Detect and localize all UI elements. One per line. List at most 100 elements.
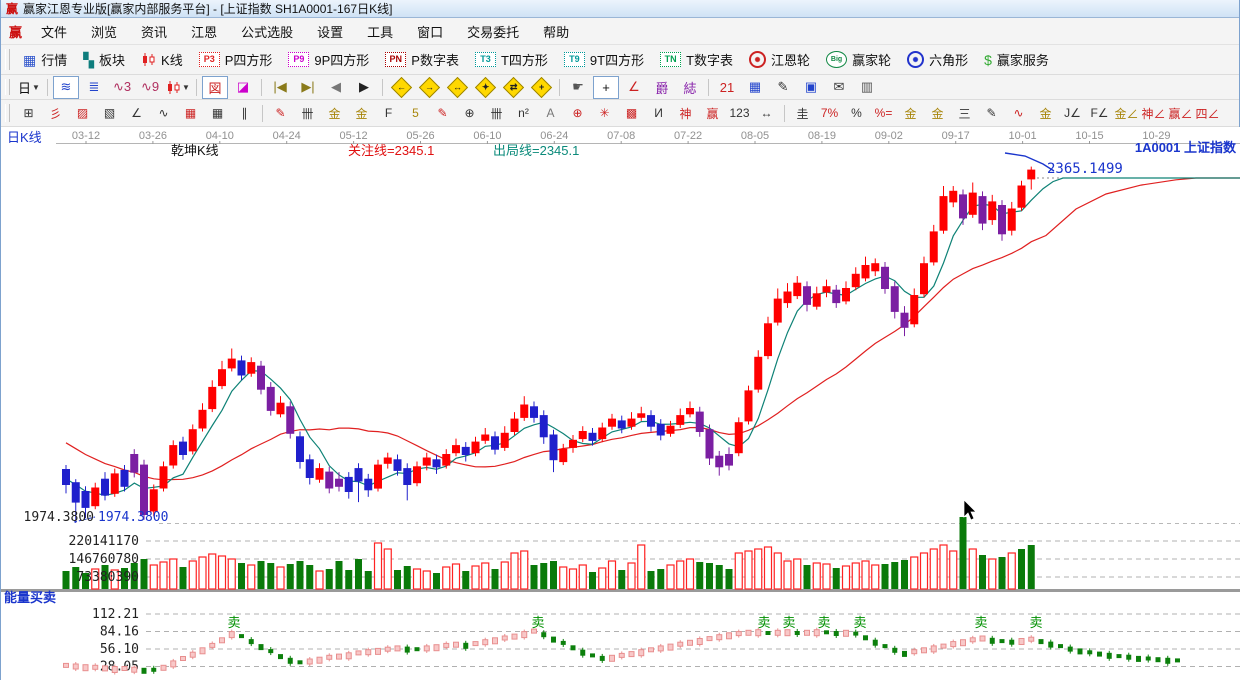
gold-circle2-tool-button[interactable]: 金: [924, 101, 951, 125]
width-measure-tool-icon: ↔: [760, 106, 773, 120]
p9-square-button[interactable]: P9 9P四方形: [280, 48, 377, 71]
scale-steps-tool-button[interactable]: 圭: [789, 101, 816, 125]
star-rays-tool-button[interactable]: ✳: [591, 101, 618, 125]
n2-ruler-tool-button[interactable]: n²: [510, 101, 537, 125]
wave-view-button[interactable]: ≋: [53, 75, 79, 99]
winner-wheel-button[interactable]: Big 赢家轮: [818, 48, 899, 71]
nav-next-button[interactable]: ▶: [351, 76, 377, 99]
gann-knot-tool-button[interactable]: 綕: [677, 76, 703, 99]
angle-f-tool-button[interactable]: F∠: [1086, 101, 1113, 125]
menu-file[interactable]: 文件: [30, 18, 78, 45]
menu-help[interactable]: 帮助: [532, 18, 580, 45]
sectors-button[interactable]: ▚ 板块: [75, 48, 133, 71]
p-square-button[interactable]: P3 P四方形: [191, 48, 281, 71]
detail-panel-button[interactable]: ≣: [81, 76, 107, 99]
diamond-nav-expand-button[interactable]: ⇄: [500, 76, 526, 99]
t-number-table-button[interactable]: TN T数字表: [652, 48, 741, 71]
three-lines-tool-button[interactable]: 三: [951, 101, 978, 125]
nav-first-button[interactable]: |◀: [267, 76, 293, 99]
width-measure-tool-button[interactable]: ↔: [753, 101, 780, 125]
angle-ying-tool-button[interactable]: 赢∠: [1167, 101, 1194, 125]
nav-last-button[interactable]: ▶|: [295, 76, 321, 99]
trend-angle-tool-button[interactable]: ∠: [123, 101, 150, 125]
gold-box-tool-button[interactable]: 金: [1032, 101, 1059, 125]
zigzag-draw-tool-button[interactable]: ∿: [150, 101, 177, 125]
winner-service-button[interactable]: $ 赢家服务: [976, 48, 1057, 71]
t-square-button[interactable]: T3 T四方形: [467, 48, 556, 71]
angle-shen-tool-button[interactable]: 神∠: [1140, 101, 1167, 125]
diamond-nav-left-button[interactable]: ←: [388, 76, 414, 99]
p-number-table-button[interactable]: PN P数字表: [377, 48, 467, 71]
period-day-button[interactable]: 日 ▼: [16, 76, 42, 99]
t9-square-button[interactable]: T9 9T四方形: [556, 48, 652, 71]
notepad-tool-button[interactable]: ✎: [770, 76, 796, 99]
zigzag-3-button[interactable]: ∿3: [109, 76, 135, 99]
diamond-nav-star-button[interactable]: ✦: [472, 76, 498, 99]
diamond-nav-focus-button[interactable]: +: [528, 76, 554, 99]
gann-box-fan2-tool-button[interactable]: ▧: [96, 101, 123, 125]
remote-pc-tool-button[interactable]: ▥: [854, 76, 880, 99]
circle-cross-tool-button[interactable]: ⊕: [564, 101, 591, 125]
save-tool-button[interactable]: ▣: [798, 76, 824, 99]
nav-prev-button[interactable]: ◀: [323, 76, 349, 99]
ying-ruler-tool-button[interactable]: 赢: [699, 101, 726, 125]
shen-ruler-tool-button[interactable]: 神: [672, 101, 699, 125]
ink-brush-tool-button[interactable]: ✎: [978, 101, 1005, 125]
brush-ruler-tool-button[interactable]: ✎: [429, 101, 456, 125]
zigzag-9-button[interactable]: ∿9: [137, 76, 163, 99]
price-grid-tool-button[interactable]: ▦: [177, 101, 204, 125]
gold-circle1-tool-button[interactable]: 金: [897, 101, 924, 125]
calculator-tool-button[interactable]: ▦: [742, 76, 768, 99]
percent-tool-button[interactable]: %: [843, 101, 870, 125]
hexagon-button[interactable]: 六角形: [899, 48, 976, 71]
angle-j-tool-button[interactable]: J∠: [1059, 101, 1086, 125]
menu-trade-order[interactable]: 交易委托: [456, 18, 530, 45]
toolbar-grip[interactable]: [5, 49, 10, 70]
wave-box-tool-button[interactable]: ∿: [1005, 101, 1032, 125]
kline-button[interactable]: K线: [133, 48, 191, 71]
grid-rect-tool-button[interactable]: ⊞: [15, 101, 42, 125]
menu-news[interactable]: 资讯: [130, 18, 178, 45]
diamond-nav-right-button[interactable]: →: [416, 76, 442, 99]
candle-style-button[interactable]: ▼: [165, 76, 191, 99]
menu-settings[interactable]: 设置: [306, 18, 354, 45]
f-ruler-tool-button[interactable]: F: [375, 101, 402, 125]
spiral5-tool-button[interactable]: 5: [402, 101, 429, 125]
gold-ruler1-tool-button[interactable]: 金: [321, 101, 348, 125]
toolbar-grip[interactable]: [5, 103, 10, 123]
gann-shape-button[interactable]: 図: [202, 75, 228, 99]
diamond-nav-both-button[interactable]: ↔: [444, 76, 470, 99]
menu-gann[interactable]: 江恩: [180, 18, 228, 45]
volume-profile-button[interactable]: ◪: [230, 76, 256, 99]
gann-box-fan-tool-button[interactable]: ▨: [69, 101, 96, 125]
mail-tool-button[interactable]: ✉: [826, 76, 852, 99]
red-brush-tool-button[interactable]: ✎: [267, 101, 294, 125]
tick-ruler-tool-button[interactable]: 卌: [294, 101, 321, 125]
tick-ruler2-tool-button[interactable]: 卌: [483, 101, 510, 125]
gann-wheel-button[interactable]: 江恩轮: [741, 48, 818, 71]
time-grid-tool-button[interactable]: ▦: [204, 101, 231, 125]
percent7-tool-button[interactable]: 7%: [816, 101, 843, 125]
numbered-grid-tool-button[interactable]: 123: [726, 101, 753, 125]
calendar-tool-button[interactable]: 21: [714, 76, 740, 99]
circle-ruler-tool-button[interactable]: ⊕: [456, 101, 483, 125]
percent-lines-tool-button[interactable]: %=: [870, 101, 897, 125]
angle-measure-tool-button[interactable]: ∠: [621, 76, 647, 99]
gold-ruler2-tool-button[interactable]: 金: [348, 101, 375, 125]
angle-gold-tool-button[interactable]: 金∠: [1113, 101, 1140, 125]
pen-marks-tool-button[interactable]: И: [645, 101, 672, 125]
box-star-tool-button[interactable]: ▩: [618, 101, 645, 125]
angle-four-tool-button[interactable]: 四∠: [1194, 101, 1221, 125]
gann-fan-tool-button[interactable]: 彡: [42, 101, 69, 125]
quotes-button[interactable]: ▦ 行情: [15, 48, 75, 71]
menu-formula-stock-pick[interactable]: 公式选股: [230, 18, 304, 45]
menu-window[interactable]: 窗口: [406, 18, 454, 45]
menu-browse[interactable]: 浏览: [80, 18, 128, 45]
hand-tool-button[interactable]: ☛: [565, 76, 591, 99]
toolbar-grip[interactable]: [5, 78, 10, 96]
mirror-a-tool-button[interactable]: A: [537, 101, 564, 125]
crosshair-tool-button[interactable]: +: [593, 75, 619, 99]
menu-tools[interactable]: 工具: [356, 18, 404, 45]
gann-seal-tool-button[interactable]: 爵: [649, 76, 675, 99]
parallel-lines-tool-button[interactable]: ∥: [231, 101, 258, 125]
